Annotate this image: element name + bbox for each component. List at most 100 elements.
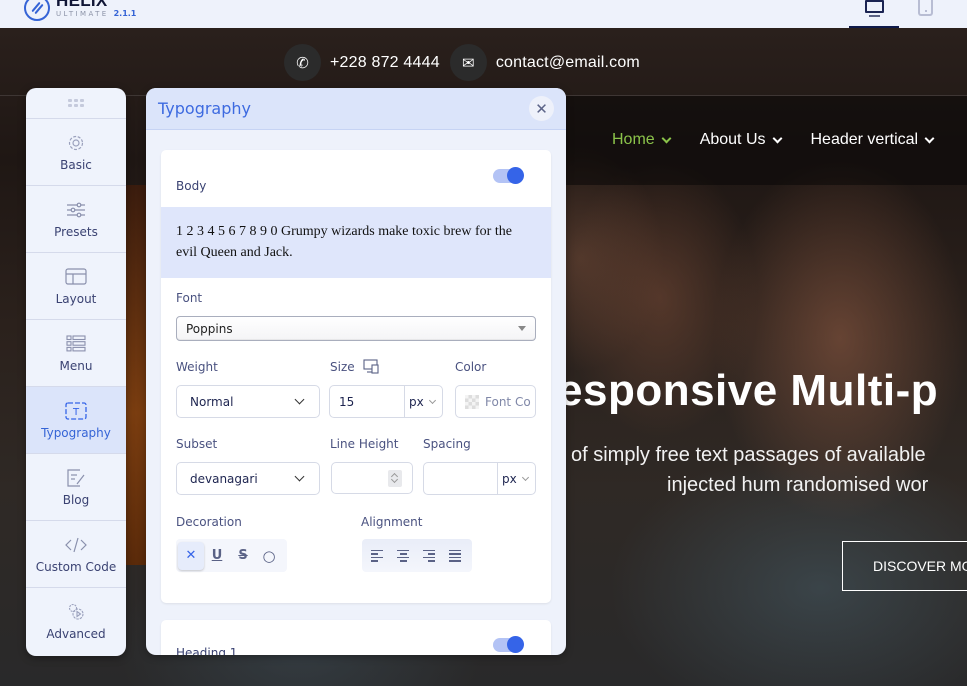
logo-title: HELIX (56, 0, 108, 10)
hero-title: esponsive Multi-p (558, 366, 939, 415)
circle-icon: ○ (262, 546, 276, 565)
size-input-group: 15 px (329, 385, 443, 418)
spacing-label: Spacing (423, 437, 471, 451)
font-family-select[interactable]: Poppins (176, 316, 536, 341)
menu-list-icon (65, 334, 87, 354)
chevron-down-icon (428, 396, 437, 405)
sidebar-item-menu[interactable]: Menu (26, 320, 126, 387)
nav-item-about-us[interactable]: About Us (700, 131, 782, 149)
site-nav: Home About Us Header vertical (612, 131, 963, 149)
drag-handle[interactable] (26, 88, 126, 119)
align-justify-icon (449, 549, 461, 562)
weight-select[interactable]: Normal (176, 385, 320, 418)
subset-value: devanagari (190, 471, 258, 486)
sidebar-label: Presets (54, 224, 98, 239)
contact-bar: ✆ +228 872 4444 ✉ contact@email.com (284, 44, 650, 81)
size-unit-select[interactable]: px (409, 395, 424, 409)
decoration-strikethrough-button[interactable]: S (230, 542, 256, 570)
desktop-view-button[interactable] (849, 0, 899, 28)
strikethrough-icon: S (238, 548, 248, 563)
drag-dots-icon (68, 98, 84, 108)
nav-item-home[interactable]: Home (612, 131, 672, 149)
sidebar-label: Custom Code (35, 559, 117, 574)
gear-icon (65, 133, 87, 153)
align-right-button[interactable] (416, 542, 442, 570)
code-icon (65, 535, 87, 555)
mobile-view-button[interactable] (900, 0, 950, 28)
sidebar-label: Menu (59, 358, 93, 373)
decoration-button-group: ✕ U S ○ (176, 539, 287, 572)
chevron-down-icon (924, 133, 935, 143)
phone-icon (917, 0, 933, 16)
line-height-label: Line Height (330, 437, 399, 451)
subset-select[interactable]: devanagari (176, 462, 320, 495)
decoration-underline-button[interactable]: U (204, 542, 230, 570)
sidebar-item-presets[interactable]: Presets (26, 186, 126, 253)
sidebar-item-custom-code[interactable]: Custom Code (26, 521, 126, 588)
svg-text:T: T (72, 407, 80, 418)
panel-title: Typography (158, 99, 251, 118)
card-title-body: Body (176, 179, 207, 193)
transparent-swatch-icon (465, 394, 479, 409)
hero-subtitle-line-1: of simply free text passages of availabl… (571, 444, 926, 466)
contact-email[interactable]: contact@email.com (496, 54, 640, 72)
decoration-overline-button[interactable]: ○ (256, 542, 282, 570)
underline-icon: U (211, 548, 223, 563)
logo-version: 2.1.1 (113, 9, 137, 18)
sidebar-item-layout[interactable]: Layout (26, 253, 126, 320)
font-preview-text: 1 2 3 4 5 6 7 8 9 0 Grumpy wizards make … (161, 207, 551, 278)
chevron-down-icon (661, 133, 672, 143)
discover-more-button[interactable]: DISCOVER MO (842, 541, 967, 591)
align-center-button[interactable] (390, 542, 416, 570)
body-enable-toggle[interactable] (493, 167, 524, 184)
spacing-input-group: px (423, 462, 536, 495)
typography-panel: Typography ✕ Body 1 2 3 4 5 6 7 8 9 0 Gr… (146, 88, 566, 655)
align-center-icon (397, 549, 409, 562)
weight-label: Weight (176, 360, 218, 374)
helix-logo-icon (24, 0, 50, 21)
align-left-button[interactable] (364, 542, 390, 570)
card-title-heading1: Heading 1 (176, 646, 238, 655)
responsive-devices-icon[interactable] (363, 359, 379, 378)
advanced-gears-icon (65, 602, 87, 622)
heading1-typography-card: Heading 1 (161, 620, 551, 655)
layout-icon (65, 267, 87, 287)
helix-logo: HELIX ULTIMATE 2.1.1 (24, 0, 136, 21)
size-input[interactable]: 15 (339, 395, 354, 409)
nav-item-header-vertical[interactable]: Header vertical (810, 131, 935, 149)
panel-body[interactable]: Body 1 2 3 4 5 6 7 8 9 0 Grumpy wizards … (146, 130, 566, 655)
sidebar-label: Layout (55, 291, 97, 306)
decoration-none-button[interactable]: ✕ (178, 541, 204, 570)
edit-document-icon (65, 468, 87, 488)
align-justify-button[interactable] (442, 542, 468, 570)
chevron-down-icon (772, 133, 782, 143)
sidebar-item-typography[interactable]: T Typography (26, 387, 126, 454)
color-label: Color (455, 360, 487, 374)
nav-label: Home (612, 131, 655, 148)
contact-phone[interactable]: +228 872 4444 (330, 54, 440, 72)
close-icon: ✕ (535, 99, 548, 118)
sidebar-item-blog[interactable]: Blog (26, 454, 126, 521)
sidebar-item-advanced[interactable]: Advanced (26, 588, 126, 655)
nav-label: Header vertical (810, 131, 919, 148)
spacing-unit-select[interactable]: px (502, 472, 517, 486)
font-color-picker[interactable]: Font Co (455, 385, 536, 418)
background-image-strip (126, 185, 146, 565)
close-button[interactable]: ✕ (529, 96, 554, 121)
font-family-value: Poppins (186, 321, 233, 336)
sidebar-item-basic[interactable]: Basic (26, 119, 126, 186)
hero-subtitle-line-2: injected hum randomised wor (667, 474, 929, 496)
number-spinner-icon[interactable] (388, 470, 402, 487)
align-right-icon (423, 549, 435, 562)
alignment-label: Alignment (361, 515, 423, 529)
sidebar-label: Basic (60, 157, 92, 172)
sidebar-label: Blog (62, 492, 90, 507)
line-height-input[interactable] (331, 462, 413, 494)
x-icon: ✕ (185, 548, 197, 563)
sidebar-label: Advanced (46, 627, 106, 641)
weight-value: Normal (190, 394, 234, 409)
font-color-placeholder: Font Co (485, 394, 531, 409)
font-label: Font (176, 291, 203, 305)
logo-subtitle: ULTIMATE (56, 10, 109, 18)
heading1-enable-toggle[interactable] (493, 636, 524, 653)
